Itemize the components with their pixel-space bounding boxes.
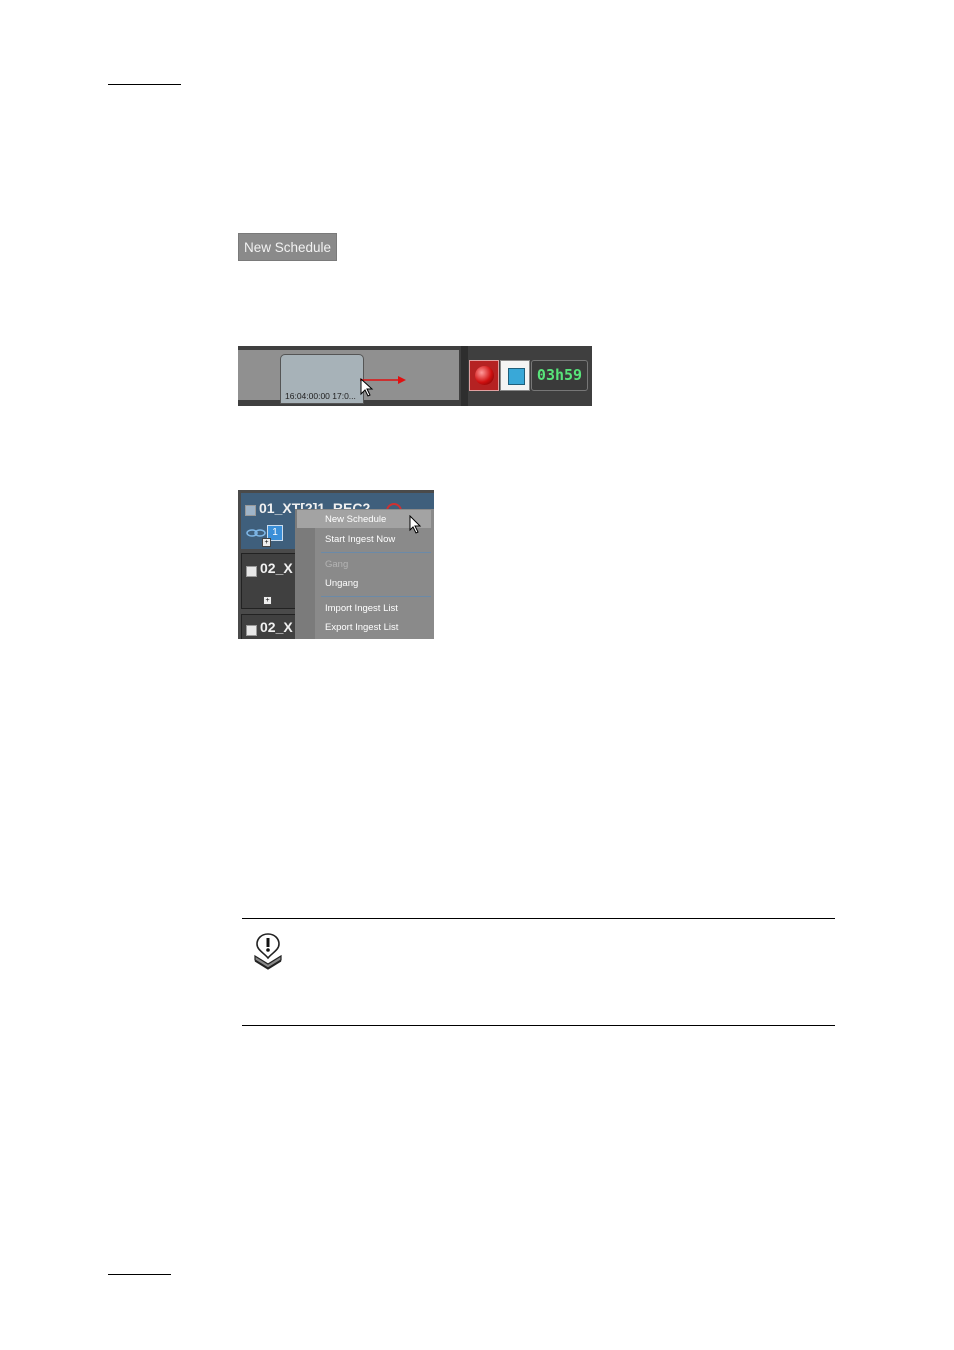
schedule-block-label: 16:04:00:00 17:0...: [285, 391, 356, 401]
record-icon: [475, 366, 494, 385]
expand-icon[interactable]: +: [262, 538, 271, 547]
mouse-cursor-icon: [409, 515, 422, 534]
header-rule: [108, 84, 181, 85]
record-button[interactable]: [469, 360, 499, 391]
stop-icon: [508, 368, 525, 385]
timeline-track[interactable]: 16:04:00:00 17:0...: [238, 350, 459, 404]
expand-icon[interactable]: +: [263, 596, 272, 605]
context-menu-gutter: [295, 509, 315, 639]
mouse-cursor-icon: [360, 378, 374, 397]
menu-item-import-ingest-list[interactable]: Import Ingest List: [325, 603, 398, 614]
channel-title: 02_X: [260, 619, 293, 635]
row-checkbox[interactable]: [246, 566, 257, 577]
menu-item-new-schedule[interactable]: New Schedule: [325, 514, 386, 525]
schedule-block[interactable]: 16:04:00:00 17:0...: [280, 354, 364, 404]
menu-separator: [321, 552, 431, 553]
note-icon: [254, 933, 282, 970]
stop-button[interactable]: [500, 360, 530, 391]
new-schedule-button[interactable]: New Schedule: [238, 233, 337, 261]
channel-list-panel: 01_XT[2]1_REC2 1 + 02_X + 02_X New Sched…: [238, 490, 434, 639]
timeline-strip: 16:04:00:00 17:0... 03h59: [238, 346, 592, 406]
channel-title: 02_X: [260, 560, 293, 576]
timeline-separator: [461, 346, 468, 406]
menu-item-export-ingest-list[interactable]: Export Ingest List: [325, 622, 398, 633]
menu-item-start-ingest-now[interactable]: Start Ingest Now: [325, 534, 395, 545]
context-menu: New Schedule Start Ingest Now Gang Ungan…: [295, 509, 434, 639]
remaining-time-display: 03h59: [531, 360, 588, 391]
menu-item-gang: Gang: [325, 559, 349, 570]
note-bottom-rule: [242, 1025, 835, 1026]
note-top-rule: [242, 918, 835, 919]
menu-item-ungang[interactable]: Ungang: [325, 578, 358, 589]
footer-rule: [108, 1274, 171, 1275]
link-icon: [246, 529, 266, 537]
row-checkbox[interactable]: [245, 505, 256, 516]
row-checkbox[interactable]: [246, 625, 257, 636]
menu-separator: [321, 596, 431, 597]
